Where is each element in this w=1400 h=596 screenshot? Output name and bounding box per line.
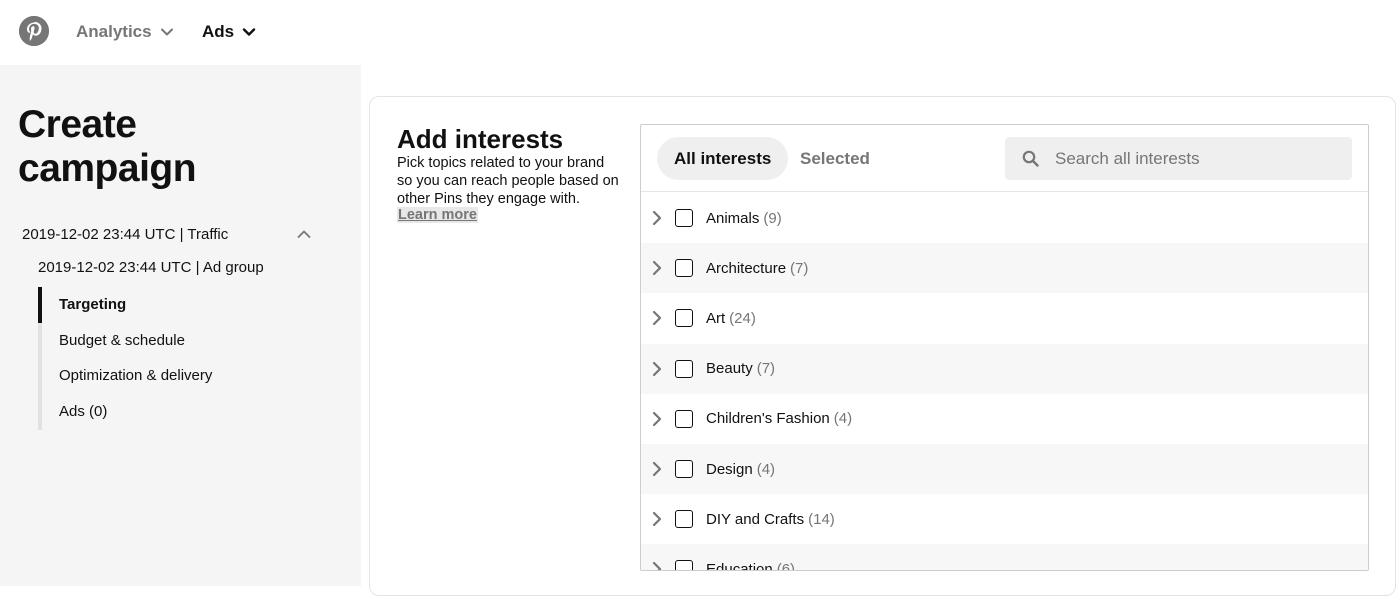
chevron-right-icon[interactable] (651, 210, 663, 226)
search-icon (1022, 150, 1039, 167)
chevron-right-icon[interactable] (651, 260, 663, 276)
chevron-right-icon[interactable] (651, 361, 663, 377)
section-title: Add interests (397, 124, 564, 154)
nav-ads-menu[interactable]: Ads (202, 20, 256, 44)
interest-count: (14) (808, 510, 835, 528)
step-targeting[interactable]: Targeting (59, 296, 126, 313)
top-nav: Analytics Ads (0, 0, 1400, 65)
interest-name: Art (706, 309, 726, 327)
interest-name: Children's Fashion (706, 410, 830, 428)
interest-count: (4) (833, 410, 853, 428)
chevron-right-icon[interactable] (651, 511, 663, 527)
step-ads[interactable]: Ads (0) (59, 403, 107, 420)
interest-checkbox[interactable] (675, 510, 693, 529)
list-item[interactable]: Architecture (7) (641, 243, 1368, 294)
campaign-item[interactable]: 2019-12-02 23:44 UTC | Traffic (22, 223, 312, 245)
nav-analytics-label: Analytics (76, 22, 152, 41)
interests-panel-header: All interests Selected (641, 125, 1368, 192)
interest-name: Design (706, 460, 753, 478)
list-item[interactable]: Art (24) (641, 293, 1368, 343)
search-box (1005, 137, 1352, 180)
interest-count: (7) (756, 360, 776, 378)
list-item[interactable]: Education (6) (641, 544, 1368, 571)
interest-checkbox[interactable] (675, 560, 693, 570)
interest-name: Animals (706, 209, 760, 227)
nav-analytics-menu[interactable]: Analytics (76, 20, 174, 44)
interest-count: (6) (776, 560, 796, 571)
list-item[interactable]: Design (4) (641, 443, 1368, 495)
chevron-right-icon[interactable] (651, 461, 663, 477)
interest-checkbox[interactable] (675, 359, 693, 378)
tab-all-interests[interactable]: All interests (657, 137, 789, 180)
active-step-indicator (38, 287, 42, 323)
chevron-up-icon[interactable] (296, 226, 312, 242)
chevron-right-icon[interactable] (651, 561, 663, 571)
campaign-sidebar: Create campaign 2019-12-02 23:44 UTC | T… (0, 65, 361, 586)
chevron-right-icon[interactable] (651, 310, 663, 326)
interest-name: Beauty (706, 360, 753, 378)
interest-name: Education (706, 560, 773, 571)
interest-label: Education (6) (706, 560, 796, 571)
interest-label: Architecture (7) (706, 260, 808, 277)
section-description: Pick topics related to your brand so you… (397, 155, 619, 207)
interest-label: Animals (9) (706, 210, 782, 227)
interests-card: Add interests Pick topics related to you… (369, 96, 1396, 596)
page-title: Create campaign (18, 103, 197, 190)
interest-count: (4) (756, 460, 776, 478)
step-budget-schedule[interactable]: Budget & schedule (59, 332, 185, 349)
list-item[interactable]: DIY and Crafts (14) (641, 494, 1368, 544)
list-item[interactable]: Beauty (7) (641, 343, 1368, 394)
pinterest-logo-icon[interactable] (19, 16, 49, 46)
interest-count: (24) (729, 309, 756, 327)
ad-group-item[interactable]: 2019-12-02 23:44 UTC | Ad group (38, 259, 264, 276)
campaign-label: 2019-12-02 23:44 UTC | Traffic (22, 225, 229, 243)
interests-panel: All interests Selected Animals(9) Archite… (640, 124, 1369, 571)
interest-label: Art (24) (706, 310, 756, 327)
list-item[interactable]: Animals (9) (641, 193, 1368, 243)
chevron-down-icon (160, 28, 173, 36)
interest-label: Beauty (7) (706, 360, 775, 377)
learn-more-link[interactable]: Learn more (397, 207, 478, 223)
interest-checkbox[interactable] (675, 209, 693, 227)
nav-ads-label: Ads (202, 22, 235, 41)
search-input[interactable] (1055, 137, 1345, 180)
interest-label: Design (4) (706, 461, 775, 478)
interest-checkbox[interactable] (675, 409, 693, 428)
interest-count: (7) (790, 259, 809, 277)
interest-checkbox[interactable] (675, 259, 693, 278)
interest-name: DIY and Crafts (706, 510, 805, 528)
step-optimization-delivery[interactable]: Optimization & delivery (59, 367, 212, 384)
chevron-right-icon[interactable] (651, 411, 663, 427)
interest-label: Children's Fashion (4) (706, 410, 852, 427)
list-item[interactable]: Children's Fashion (4) (641, 394, 1368, 444)
interest-checkbox[interactable] (675, 309, 693, 328)
step-list: Targeting Budget & schedule Optimization… (38, 287, 338, 430)
tab-selected[interactable]: Selected (783, 137, 887, 180)
interest-name: Architecture (706, 259, 787, 277)
chevron-down-icon (242, 28, 256, 36)
interest-count: (9) (763, 209, 782, 227)
interest-list: Animals (9) Architecture (7) Art (24) Beauty (7… (641, 193, 1368, 571)
interest-label: DIY and Crafts (14) (706, 511, 835, 528)
interest-checkbox[interactable] (675, 459, 693, 478)
